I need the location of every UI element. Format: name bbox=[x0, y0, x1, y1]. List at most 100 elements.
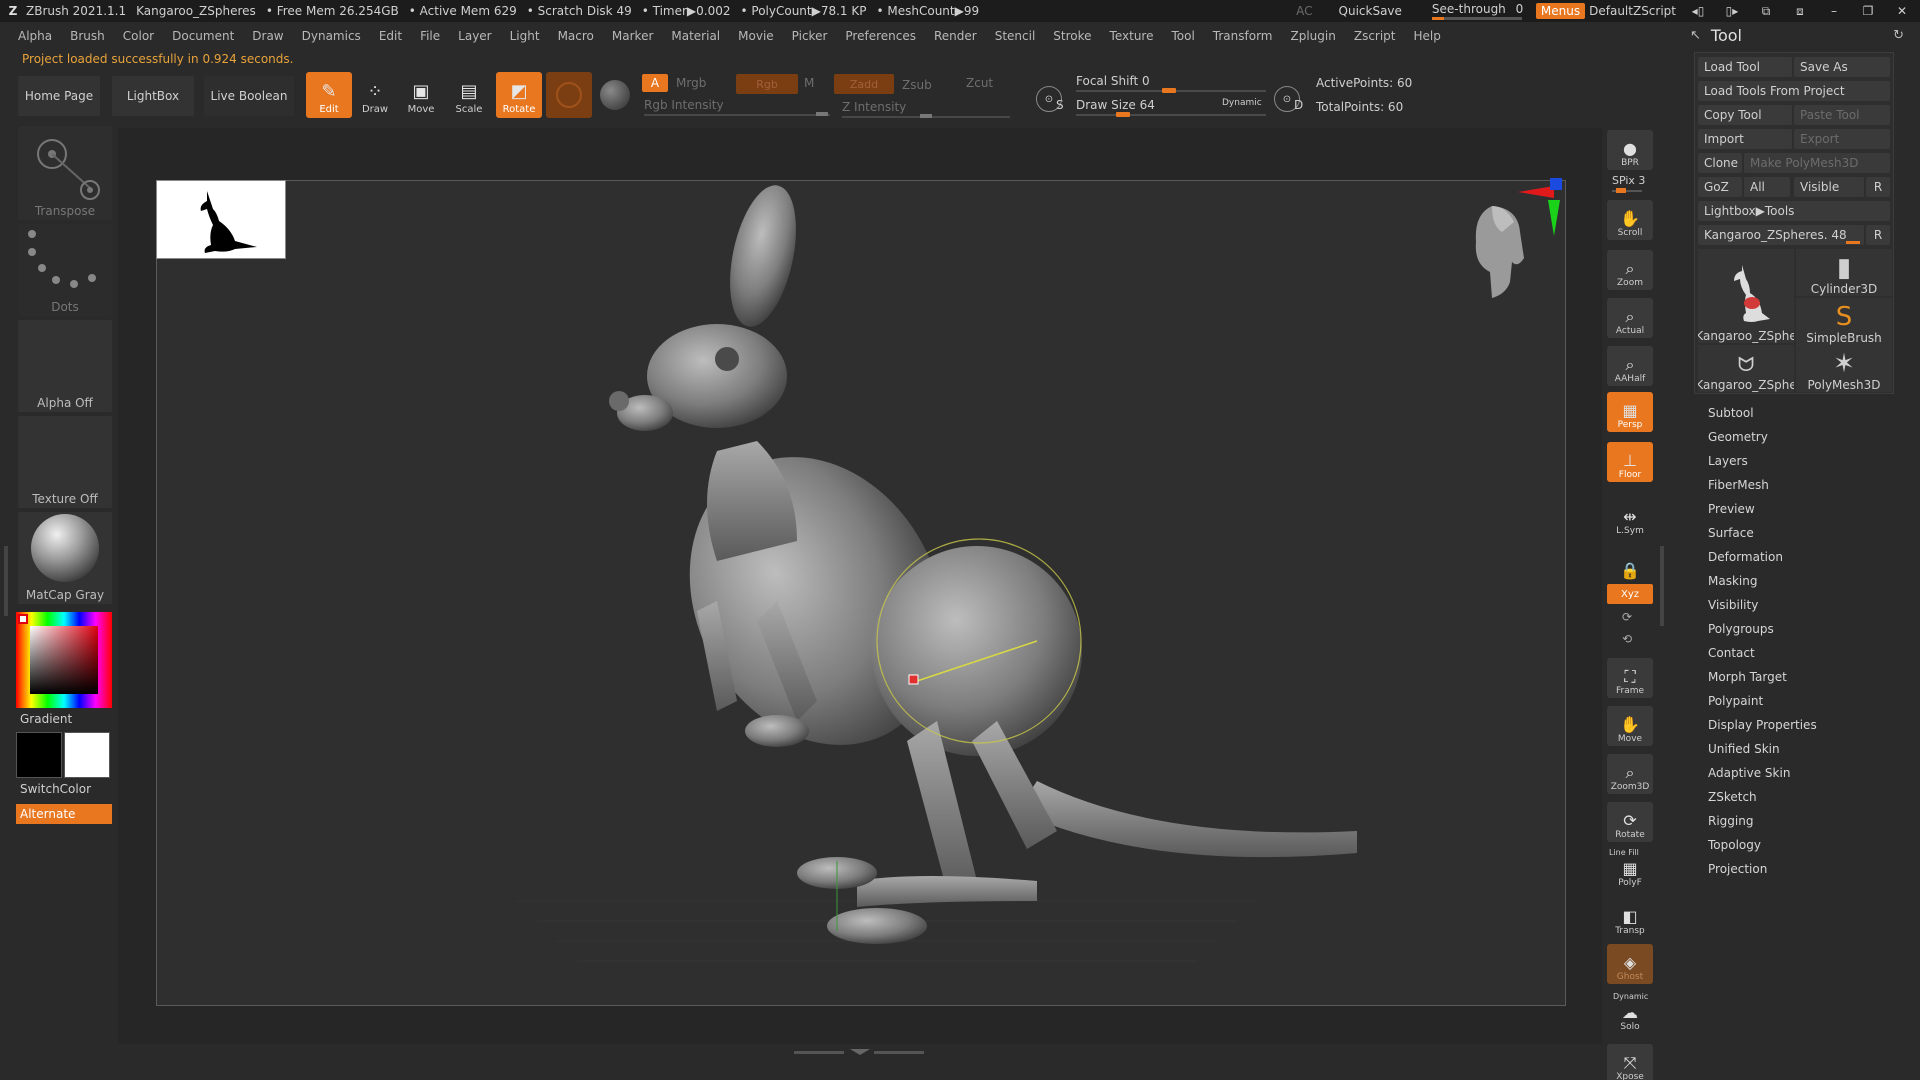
dynamic-toggle[interactable]: Dynamic bbox=[1222, 98, 1262, 108]
gradient-label[interactable]: Gradient bbox=[20, 712, 72, 726]
goz-visible-button[interactable]: Visible bbox=[1794, 177, 1864, 197]
see-through-slider[interactable]: See-through 0 bbox=[1431, 2, 1523, 20]
material-sphere-icon[interactable] bbox=[600, 80, 630, 110]
rotate-y-icon[interactable]: ⟳ bbox=[1622, 610, 1632, 624]
edit-mode-button[interactable]: ✎ Edit bbox=[306, 72, 352, 118]
navigation-thumbnail[interactable] bbox=[156, 180, 286, 259]
tool-thumb-kangaroo-small[interactable]: ᗢ Kangaroo_ZSphe bbox=[1698, 345, 1794, 392]
tool-menu-adaptive-skin[interactable]: Adaptive Skin bbox=[1708, 766, 1790, 780]
menu-material[interactable]: Material bbox=[671, 29, 720, 43]
menu-macro[interactable]: Macro bbox=[558, 29, 594, 43]
current-tool-slider[interactable]: Kangaroo_ZSpheres. 48 bbox=[1698, 225, 1864, 245]
menu-file[interactable]: File bbox=[420, 29, 440, 43]
menu-movie[interactable]: Movie bbox=[738, 29, 774, 43]
scale-mode-button[interactable]: ▤ Scale bbox=[446, 72, 492, 118]
layout-left-icon[interactable]: ◂▯ bbox=[1686, 4, 1710, 18]
menu-marker[interactable]: Marker bbox=[612, 29, 653, 43]
menu-preferences[interactable]: Preferences bbox=[845, 29, 916, 43]
tool-thumb-kangaroo[interactable]: Kangaroo_ZSphe bbox=[1698, 249, 1794, 343]
menu-layer[interactable]: Layer bbox=[458, 29, 491, 43]
menu-document[interactable]: Document bbox=[172, 29, 234, 43]
lightbox-tools-button[interactable]: Lightbox▶Tools bbox=[1698, 201, 1890, 221]
rotate-button[interactable]: ⟳ Rotate bbox=[1607, 802, 1653, 842]
quicksave-button[interactable]: QuickSave bbox=[1339, 4, 1402, 18]
color-picker-hue-ring[interactable] bbox=[16, 612, 112, 708]
save-as-button[interactable]: Save As bbox=[1794, 57, 1890, 77]
lightbox-button[interactable]: LightBox bbox=[112, 76, 194, 116]
menu-picker[interactable]: Picker bbox=[792, 29, 828, 43]
xyz-symmetry-button[interactable]: Xyz bbox=[1607, 584, 1653, 604]
ghost-button[interactable]: ◈ Ghost bbox=[1607, 944, 1653, 984]
tool-menu-visibility[interactable]: Visibility bbox=[1708, 598, 1758, 612]
menus-button[interactable]: Menus bbox=[1535, 3, 1586, 19]
navigation-head-icon[interactable] bbox=[1462, 202, 1532, 302]
minimize-icon[interactable]: – bbox=[1822, 4, 1846, 18]
tool-thumb-polymesh3d[interactable]: ✶ PolyMesh3D bbox=[1796, 345, 1892, 392]
lock-button[interactable]: 🔒 bbox=[1607, 542, 1653, 582]
move-button[interactable]: ✋ Move bbox=[1607, 706, 1653, 746]
menu-dynamics[interactable]: Dynamics bbox=[302, 29, 361, 43]
default-zscript-button[interactable]: DefaultZScript bbox=[1589, 4, 1676, 18]
tool-thumb-simplebrush[interactable]: S SimpleBrush bbox=[1796, 298, 1892, 345]
kangaroo-zsphere-model[interactable] bbox=[157, 181, 1566, 1006]
tool-panel-refresh-icon[interactable]: ↻ bbox=[1893, 28, 1904, 43]
menu-help[interactable]: Help bbox=[1414, 29, 1441, 43]
tool-menu-layers[interactable]: Layers bbox=[1708, 454, 1748, 468]
tool-menu-deformation[interactable]: Deformation bbox=[1708, 550, 1783, 564]
tool-menu-masking[interactable]: Masking bbox=[1708, 574, 1757, 588]
tool-menu-surface[interactable]: Surface bbox=[1708, 526, 1754, 540]
menu-alpha[interactable]: Alpha bbox=[18, 29, 52, 43]
bpr-button[interactable]: ● BPR bbox=[1607, 130, 1653, 170]
zcut-button[interactable]: Zcut bbox=[966, 76, 993, 90]
menu-color[interactable]: Color bbox=[123, 29, 154, 43]
tool-menu-rigging[interactable]: Rigging bbox=[1708, 814, 1753, 828]
alternate-button[interactable]: Alternate bbox=[16, 804, 112, 824]
tool-menu-contact[interactable]: Contact bbox=[1708, 646, 1755, 660]
maximize-icon[interactable]: ❐ bbox=[1856, 4, 1880, 18]
menu-render[interactable]: Render bbox=[934, 29, 977, 43]
tool-menu-preview[interactable]: Preview bbox=[1708, 502, 1755, 516]
color-picker-square[interactable] bbox=[30, 626, 98, 694]
sphere-brush-button[interactable] bbox=[546, 72, 592, 118]
clone-button[interactable]: Clone bbox=[1698, 153, 1742, 173]
draw-size-knob[interactable] bbox=[1116, 112, 1130, 117]
focal-shift-knob[interactable] bbox=[1162, 88, 1176, 93]
tool-menu-geometry[interactable]: Geometry bbox=[1708, 430, 1768, 444]
floor-button[interactable]: ⊥ Floor bbox=[1607, 442, 1653, 482]
tool-menu-subtool[interactable]: Subtool bbox=[1708, 406, 1754, 420]
tool-menu-projection[interactable]: Projection bbox=[1708, 862, 1767, 876]
make-polymesh3d-button[interactable]: Make PolyMesh3D bbox=[1744, 153, 1890, 173]
menu-stroke[interactable]: Stroke bbox=[1053, 29, 1091, 43]
persp-button[interactable]: ▦ Persp bbox=[1607, 392, 1653, 432]
primary-color-swatch[interactable] bbox=[64, 732, 110, 778]
scroll-button[interactable]: ✋ Scroll bbox=[1607, 200, 1653, 240]
live-boolean-button[interactable]: Live Boolean bbox=[204, 76, 294, 116]
right-tray-handle[interactable] bbox=[1660, 546, 1664, 626]
restore-layout-icon[interactable]: ⧈ bbox=[1788, 4, 1812, 19]
left-tray-handle[interactable] bbox=[4, 546, 8, 616]
layout-right-icon[interactable]: ▯▸ bbox=[1720, 4, 1744, 18]
draw-size-slider[interactable] bbox=[1076, 114, 1266, 116]
current-tool-r-button[interactable]: R bbox=[1866, 225, 1890, 245]
lsym-button[interactable]: ⇹ L.Sym bbox=[1607, 498, 1653, 538]
import-button[interactable]: Import bbox=[1698, 129, 1792, 149]
rgb-button[interactable]: Rgb bbox=[736, 74, 798, 94]
tool-panel-header[interactable]: ↖ Tool ↻ bbox=[1690, 24, 1910, 46]
mrgb-button[interactable]: Mrgb bbox=[676, 76, 706, 90]
draw-mode-button[interactable]: ⁘ Draw bbox=[352, 72, 398, 118]
tool-menu-topology[interactable]: Topology bbox=[1708, 838, 1761, 852]
load-tools-from-project-button[interactable]: Load Tools From Project bbox=[1698, 81, 1890, 101]
alpha-a-button[interactable]: A bbox=[642, 74, 668, 92]
goz-button[interactable]: GoZ bbox=[1698, 177, 1742, 197]
ac-toggle[interactable]: AC bbox=[1296, 4, 1312, 18]
viewport-canvas[interactable] bbox=[156, 180, 1566, 1006]
spix-label[interactable]: SPix 3 bbox=[1612, 174, 1645, 187]
bottom-tray-handle[interactable] bbox=[794, 1046, 924, 1055]
menu-brush[interactable]: Brush bbox=[70, 29, 105, 43]
tool-menu-display-properties[interactable]: Display Properties bbox=[1708, 718, 1817, 732]
transp-button[interactable]: ◧ Transp bbox=[1607, 898, 1653, 938]
tool-menu-fibermesh[interactable]: FiberMesh bbox=[1708, 478, 1769, 492]
secondary-color-swatch[interactable] bbox=[16, 732, 62, 778]
zoom3d-button[interactable]: ⌕ Zoom3D bbox=[1607, 754, 1653, 794]
menu-transform[interactable]: Transform bbox=[1213, 29, 1273, 43]
